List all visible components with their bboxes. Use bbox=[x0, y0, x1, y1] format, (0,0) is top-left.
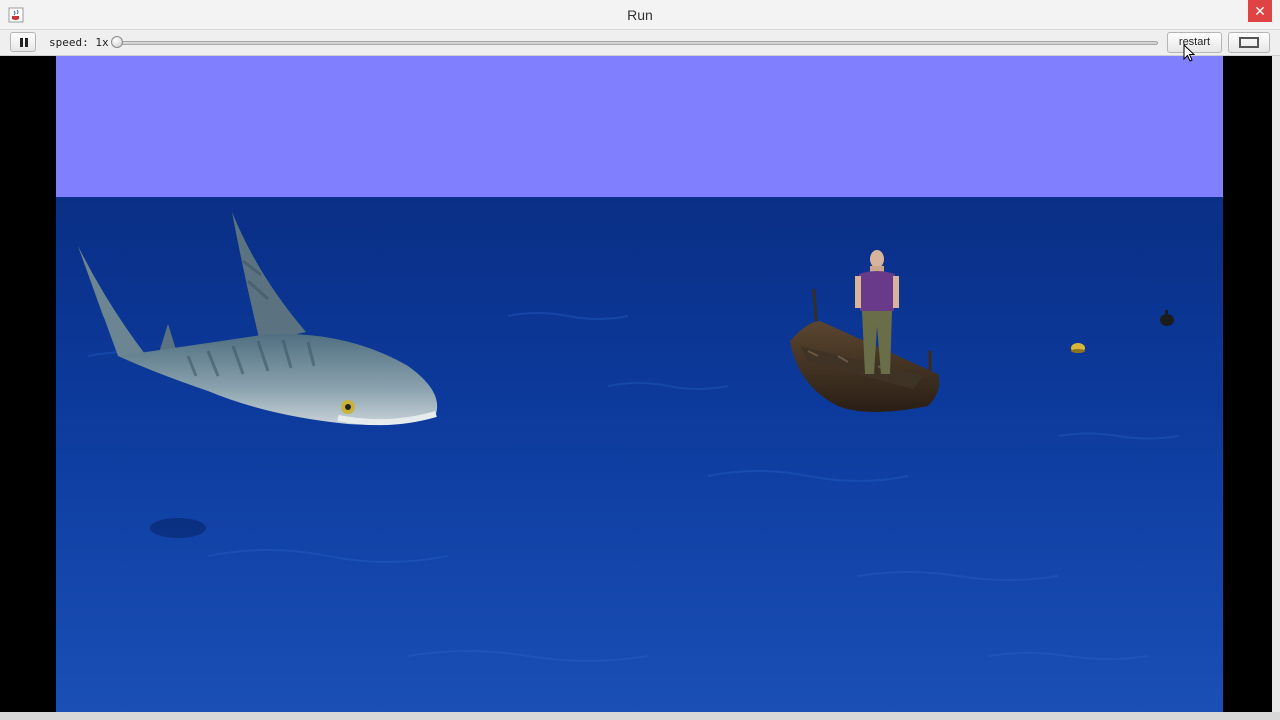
sky bbox=[56, 56, 1223, 197]
buoy bbox=[1071, 343, 1085, 353]
ocean bbox=[56, 197, 1223, 712]
speed-slider-thumb[interactable] bbox=[111, 36, 123, 48]
fullscreen-icon bbox=[1239, 37, 1259, 48]
window-edge bbox=[1272, 56, 1280, 720]
close-button[interactable]: ✕ bbox=[1248, 0, 1272, 22]
scene-canvas bbox=[56, 56, 1223, 712]
close-icon: ✕ bbox=[1254, 3, 1266, 19]
speed-label: speed: 1x bbox=[49, 36, 109, 49]
mouse-cursor-icon bbox=[1183, 44, 1195, 62]
fullscreen-button[interactable] bbox=[1228, 32, 1270, 53]
shadow bbox=[150, 518, 206, 538]
scene-viewport[interactable] bbox=[8, 56, 1272, 712]
window-title: Run bbox=[627, 7, 653, 23]
title-bar[interactable]: Run ✕ bbox=[0, 0, 1280, 30]
playback-toolbar: speed: 1x restart bbox=[0, 30, 1280, 56]
pause-button[interactable] bbox=[10, 32, 36, 52]
speed-slider-track[interactable] bbox=[114, 41, 1158, 45]
window-bottom-border bbox=[0, 712, 1280, 720]
